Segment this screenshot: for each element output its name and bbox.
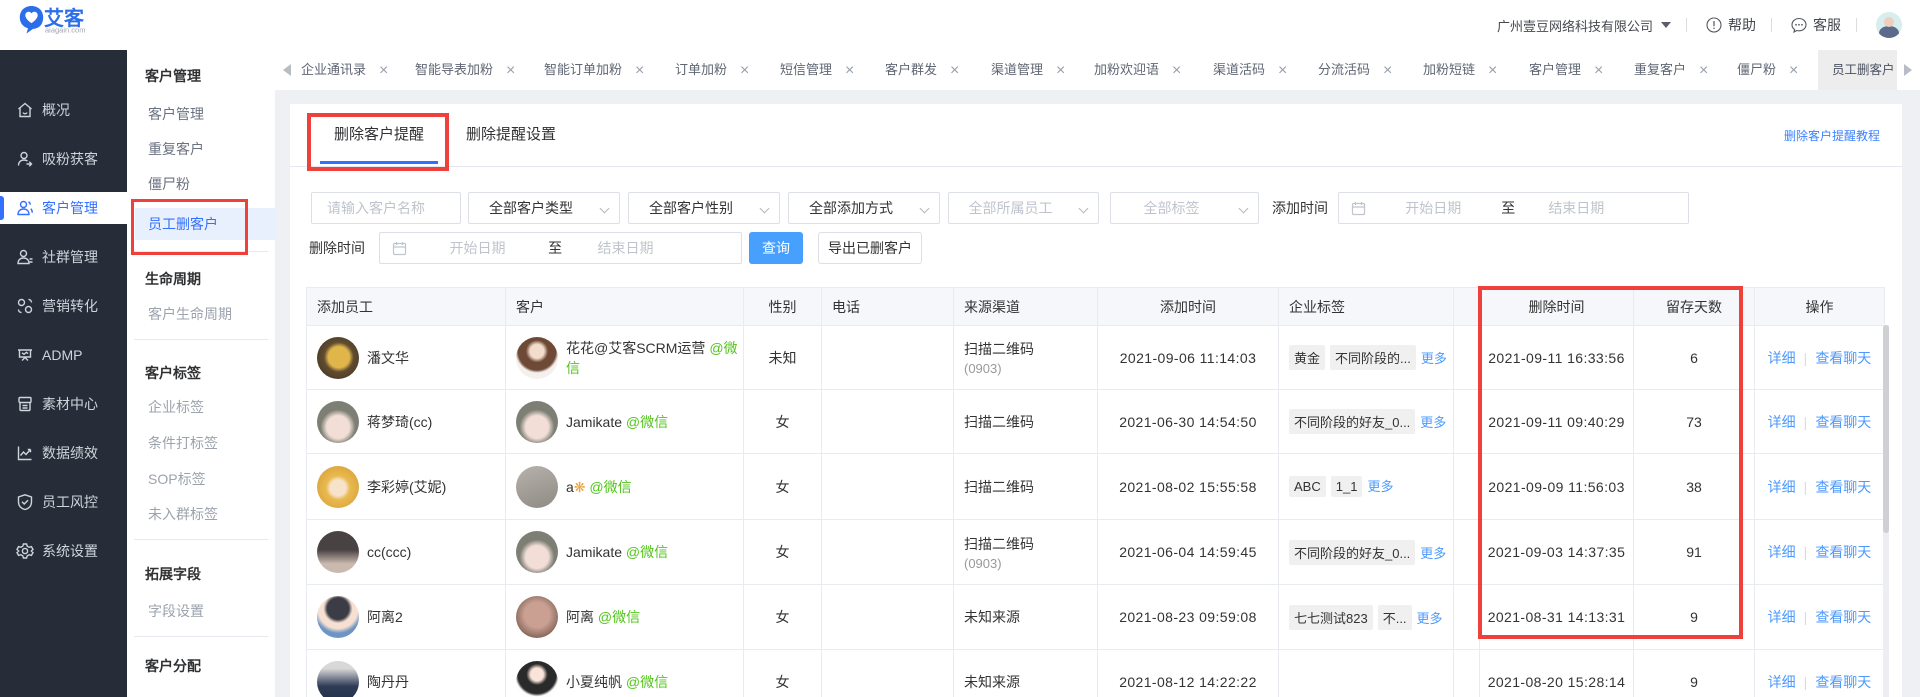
svg-text:aiagain.com: aiagain.com [45, 26, 85, 35]
